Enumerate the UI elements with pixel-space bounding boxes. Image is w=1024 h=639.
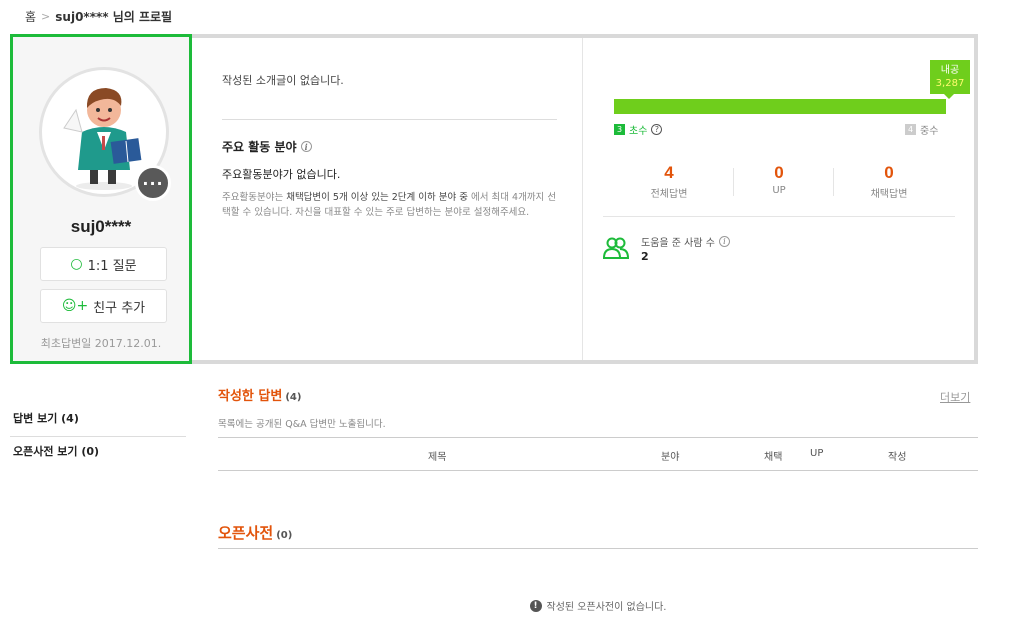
points-label: 내공 bbox=[940, 65, 960, 76]
breadcrumb-home[interactable]: 홈 bbox=[25, 8, 36, 25]
add-friend-label: 친구 추가 bbox=[93, 300, 146, 316]
profile-card: ··· suj0**** ○ 1:1 질문 ☺+ 친구 추가 최초답변일 201… bbox=[10, 34, 192, 364]
answers-count: (4) bbox=[285, 392, 302, 403]
info-icon[interactable]: i bbox=[300, 141, 312, 152]
next-level-number: 4 bbox=[905, 124, 916, 135]
alert-icon: ! bbox=[529, 599, 542, 612]
level-number: 3 bbox=[614, 124, 625, 135]
divider bbox=[603, 216, 955, 217]
activity-area-empty: 주요활동분야가 없습니다. bbox=[222, 168, 341, 181]
search-icon: ○ bbox=[70, 256, 83, 272]
helper-label: 도움을 준 사람 수 i bbox=[641, 234, 730, 249]
breadcrumb-current: suj0**** 님의 프로필 bbox=[55, 10, 173, 24]
helper-label-text: 도움을 준 사람 수 bbox=[641, 238, 715, 249]
question-button-label: 1:1 질문 bbox=[87, 258, 137, 274]
stat-label: UP bbox=[772, 185, 786, 196]
add-friend-button[interactable]: ☺+ 친구 추가 bbox=[40, 289, 167, 323]
breadcrumb: 홈 > suj0**** 님의 프로필 bbox=[25, 8, 172, 25]
level-name: 초수 bbox=[629, 126, 648, 137]
divider bbox=[218, 548, 978, 549]
first-answer-date: 최초답변일 2017.12.01. bbox=[40, 337, 162, 350]
answers-section-title: 작성한 답변 (4) bbox=[218, 385, 301, 404]
activity-area-title-text: 주요 활동 분야 bbox=[222, 140, 297, 154]
stat-label: 전체답변 bbox=[650, 189, 688, 200]
column-date[interactable]: 작성 bbox=[888, 448, 906, 463]
stat-value: 0 bbox=[774, 163, 784, 182]
points-badge: 내공 3,287 bbox=[930, 60, 970, 99]
info-icon[interactable]: i bbox=[718, 236, 730, 247]
column-area[interactable]: 분야 bbox=[661, 448, 679, 463]
empty-text: 작성된 오픈사전이 없습니다. bbox=[546, 602, 667, 613]
nav-answers[interactable]: 답변 보기 (4) bbox=[10, 404, 186, 437]
activity-area-title: 주요 활동 분야 i bbox=[222, 138, 312, 155]
people-icon bbox=[603, 237, 629, 259]
profile-box: ··· suj0**** ○ 1:1 질문 ☺+ 친구 추가 최초답변일 201… bbox=[10, 34, 978, 364]
add-person-icon: ☺+ bbox=[61, 298, 89, 314]
activity-area-description: 주요활동분야는 채택답변이 5개 이상 있는 2단계 이하 분야 중 에서 최대… bbox=[222, 190, 562, 220]
level-progress-bar bbox=[614, 99, 946, 114]
column-title[interactable]: 제목 bbox=[428, 448, 446, 463]
points-value: 3,287 bbox=[935, 78, 965, 89]
answers-subtitle: 목록에는 공개된 Q&A 답변만 노출됩니다. bbox=[218, 419, 386, 430]
dictionary-empty-message: ! 작성된 오픈사전이 없습니다. bbox=[0, 598, 1024, 613]
current-level: 3 초수 ? bbox=[614, 122, 663, 137]
stat-value: 0 bbox=[884, 163, 894, 182]
divider bbox=[222, 119, 557, 120]
stats-panel: 내공 3,287 3 초수 ? 4 중수 4 전체답변 0 UP 0 채택답변 bbox=[582, 38, 974, 360]
help-icon[interactable]: ? bbox=[651, 124, 663, 135]
question-button[interactable]: ○ 1:1 질문 bbox=[40, 247, 167, 281]
side-nav: 답변 보기 (4) 오픈사전 보기 (0) bbox=[10, 404, 186, 465]
helper-count: 2 bbox=[641, 250, 649, 263]
divider bbox=[833, 168, 834, 196]
dictionary-title-text: 오픈사전 bbox=[218, 524, 274, 542]
desc-bold: 채택답변이 5개 이상 있는 2단계 이하 분야 중 bbox=[286, 192, 469, 203]
desc-part: 주요활동분야는 bbox=[222, 192, 287, 203]
stat-total-answers[interactable]: 4 전체답변 bbox=[619, 163, 719, 200]
stat-selected-answers[interactable]: 0 채택답변 bbox=[839, 163, 939, 200]
more-link[interactable]: 더보기 bbox=[940, 389, 970, 405]
stat-up[interactable]: 0 UP bbox=[729, 163, 829, 196]
stat-value: 4 bbox=[664, 163, 674, 182]
intro-text: 작성된 소개글이 없습니다. bbox=[222, 74, 344, 87]
dictionary-count: (0) bbox=[276, 530, 293, 541]
nav-open-dictionary[interactable]: 오픈사전 보기 (0) bbox=[10, 437, 186, 465]
next-level: 4 중수 bbox=[905, 122, 938, 137]
answers-title-text: 작성한 답변 bbox=[218, 389, 283, 404]
answers-table-header: 제목 분야 채택 UP 작성 bbox=[218, 437, 978, 471]
column-selected[interactable]: 채택 bbox=[764, 448, 782, 463]
next-level-name: 중수 bbox=[920, 126, 939, 137]
chevron-right-icon: > bbox=[41, 10, 51, 23]
column-up[interactable]: UP bbox=[810, 448, 823, 459]
more-button[interactable]: ··· bbox=[135, 165, 171, 201]
nickname: suj0**** bbox=[70, 217, 132, 236]
stat-label: 채택답변 bbox=[870, 189, 908, 200]
dictionary-section-title: 오픈사전 (0) bbox=[218, 522, 292, 543]
